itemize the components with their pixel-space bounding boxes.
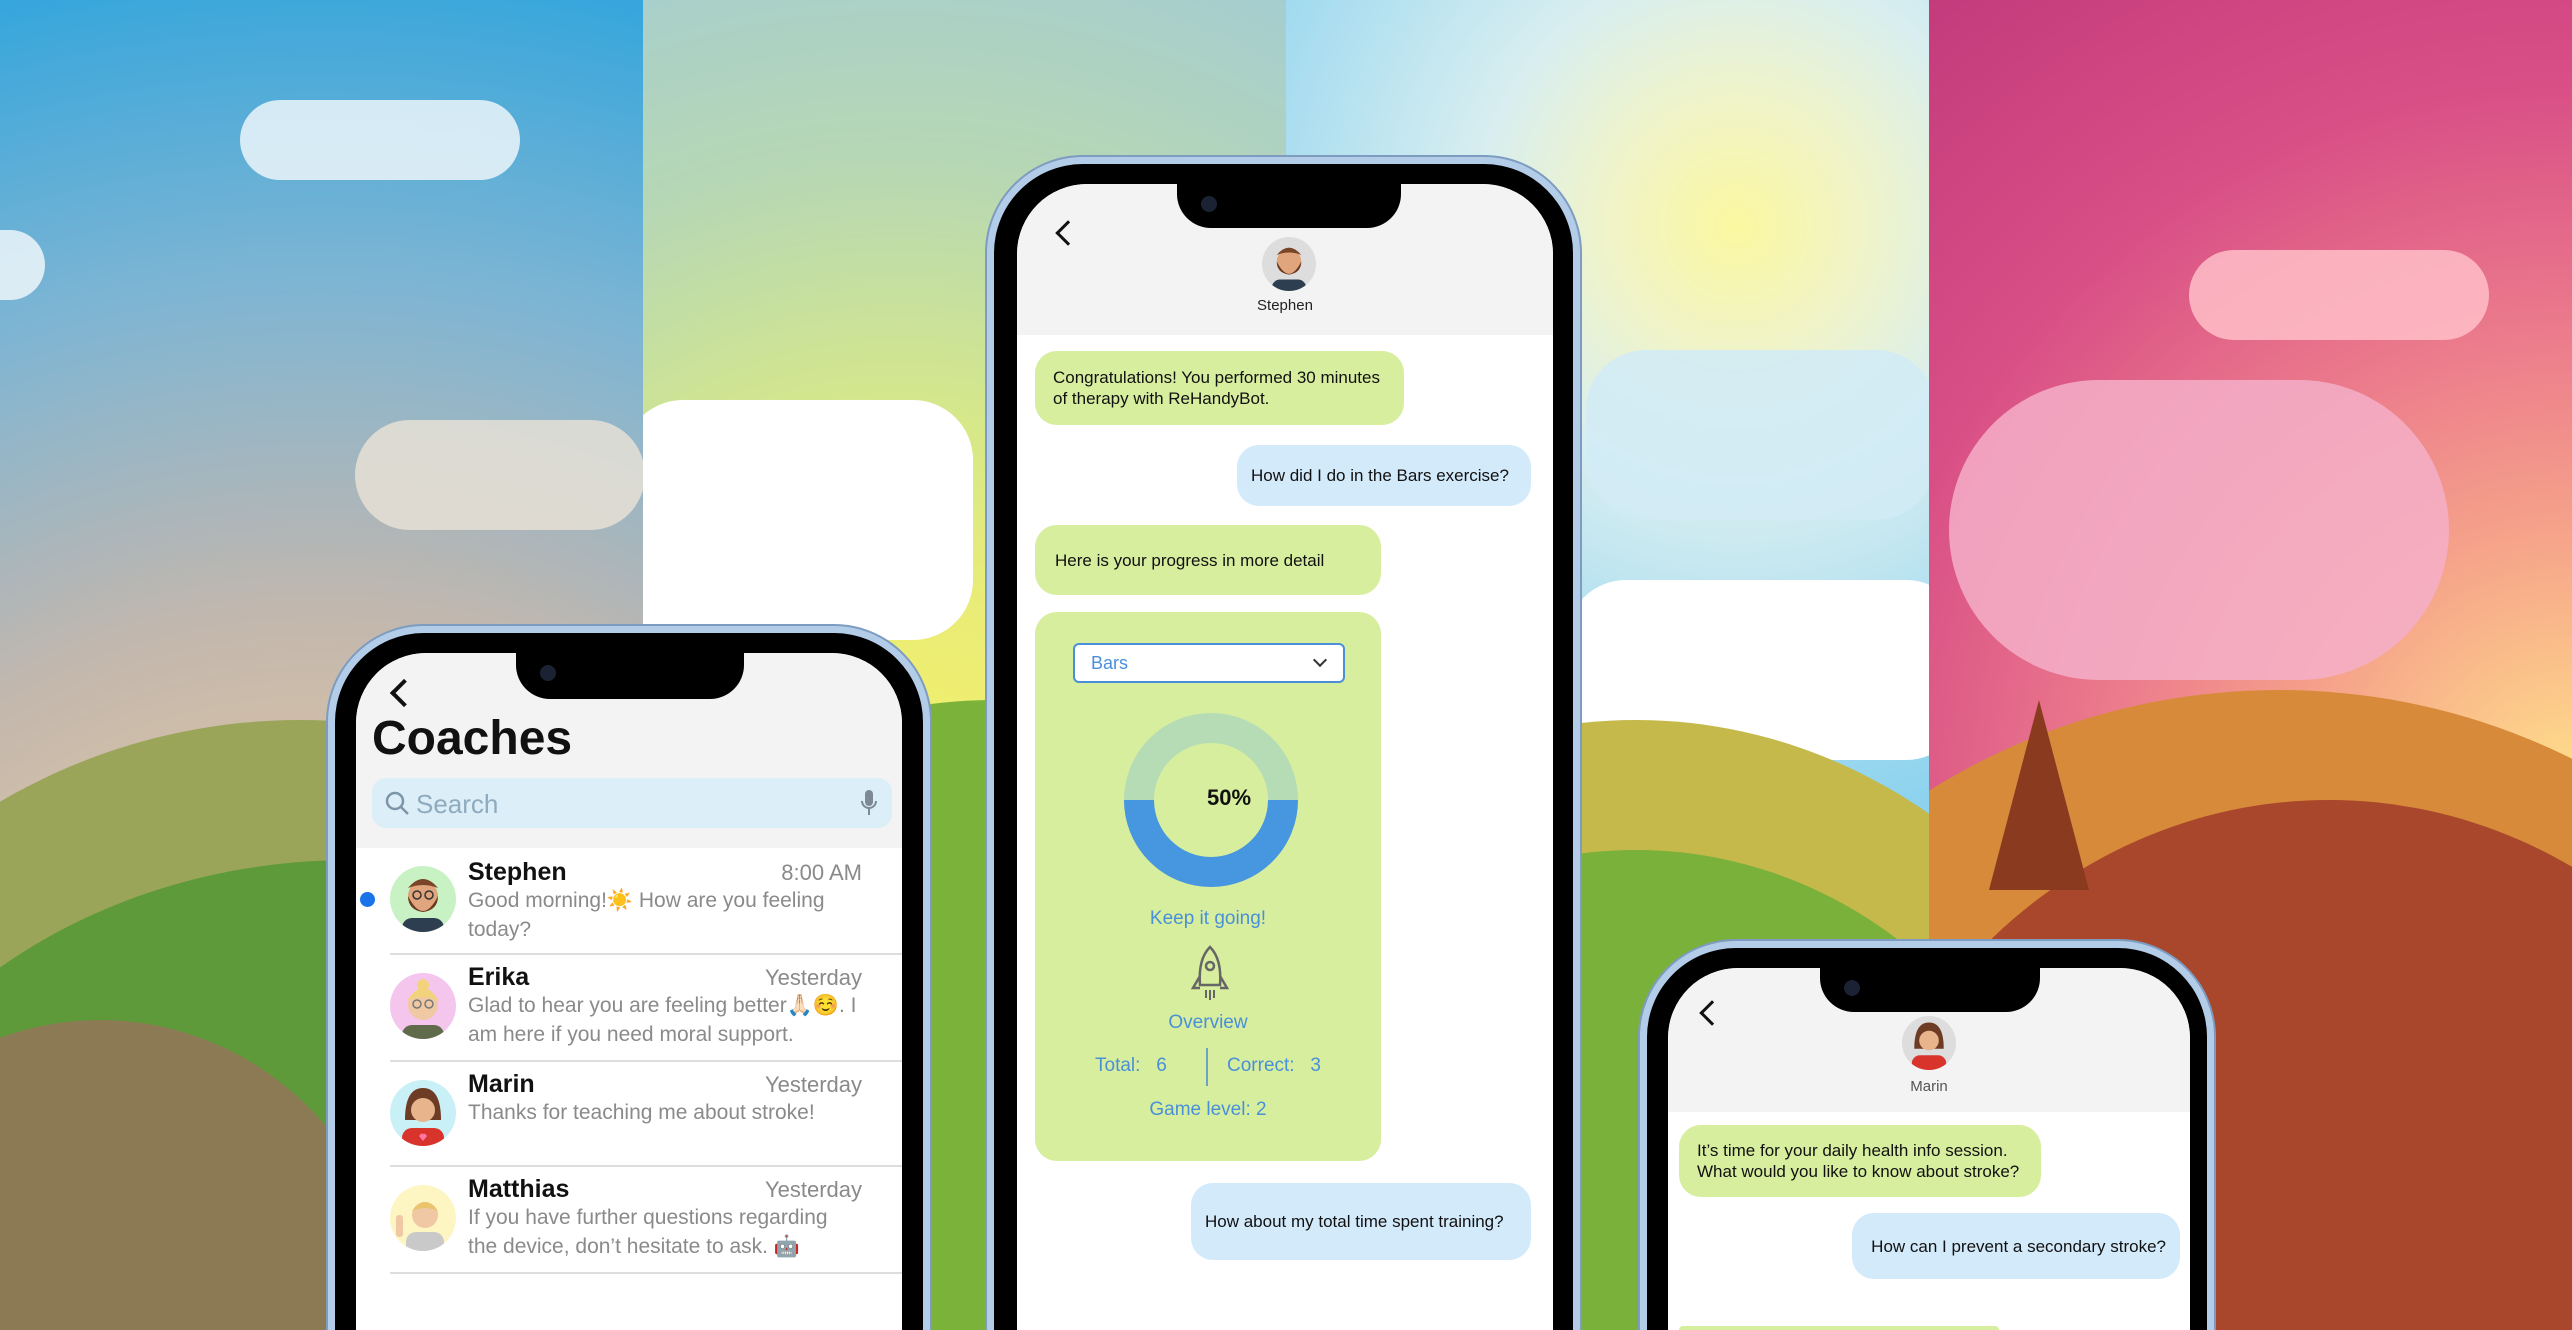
message-text: How about my total time spent training? [1205,1212,1504,1231]
page-title: Coaches [372,712,573,765]
coach-time: Yesterday [764,1072,862,1097]
search-placeholder: Search [416,789,499,819]
coach-name: Erika [468,963,530,991]
contact-avatar [1902,1016,1956,1070]
coach-message: Here is your progress in more detail [1035,525,1381,595]
message-text: Here is your progress in more detail [1055,550,1325,570]
coach-preview: Glad to hear you are feeling better🙏🏻☺️.… [468,994,857,1046]
exercise-select-value: Bars [1091,653,1129,673]
user-message: How about my total time spent training? [1191,1183,1531,1260]
divider [390,1272,902,1274]
correct-label: Correct: [1227,1055,1295,1076]
phone-coaches: Coaches Search Stephen 8:00 AM Good morn… [328,626,930,1330]
user-message: How did I do in the Bars exercise? [1237,445,1531,506]
coach-preview: If you have further questions regarding … [468,1206,828,1258]
contact-name: Marin [1910,1078,1948,1095]
coach-message-partial [1679,1326,1999,1330]
game-level: Game level: 2 [1149,1099,1267,1120]
avatar [390,1080,456,1146]
overview-label: Overview [1168,1012,1248,1033]
coach-row-marin[interactable]: Marin Yesterday Thanks for teaching me a… [356,1062,902,1165]
total-value: 6 [1156,1055,1167,1076]
coaches-screen: Coaches Search Stephen 8:00 AM Good morn… [356,653,902,1330]
phone-chat-marin: Marin It’s time for your daily health in… [1640,941,2214,1330]
search-icon [385,791,409,815]
avatar [390,866,456,932]
unread-dot [360,892,375,907]
coach-row-matthias[interactable]: Matthias Yesterday If you have further q… [356,1167,902,1272]
chat-screen-marin: Marin It’s time for your daily health in… [1668,968,2190,1330]
coach-preview: Good morning!☀️ How are you feeling toda… [468,889,825,941]
rocket-icon [1190,945,1230,1000]
progress-percent: 50% [1206,785,1252,810]
coach-name: Marin [468,1070,535,1098]
coach-name: Matthias [468,1175,570,1203]
contact-name: Stephen [1257,297,1313,314]
coach-time: 8:00 AM [781,860,862,885]
stat-divider [1206,1048,1208,1086]
phone-chat-stephen: Stephen Congratulations! You performed 3… [987,157,1580,1330]
correct-stat: Correct: 3 [1227,1055,1321,1077]
avatar [390,1185,456,1251]
message-text: It’s time for your daily health info ses… [1697,1141,2020,1181]
coach-row-erika[interactable]: Erika Yesterday Glad to hear you are fee… [356,955,902,1060]
message-text: Congratulations! You performed 30 minute… [1053,368,1380,408]
total-stat: Total: 6 [1095,1055,1167,1077]
message-text: How can I prevent a secondary stroke? [1871,1236,2166,1256]
coach-row-stephen[interactable]: Stephen 8:00 AM Good morning!☀️ How are … [356,848,902,953]
total-label: Total: [1095,1055,1141,1076]
exercise-select[interactable]: Bars [1073,643,1345,683]
search-input[interactable]: Search [372,778,892,828]
avatar [390,973,456,1039]
coach-message: Congratulations! You performed 30 minute… [1035,351,1404,425]
chevron-down-icon [1312,652,1328,668]
chat-screen-stephen: Stephen Congratulations! You performed 3… [1017,184,1553,1330]
contact-avatar [1262,237,1316,291]
coach-time: Yesterday [764,1177,862,1202]
user-message: How can I prevent a secondary stroke? [1852,1213,2180,1279]
coach-time: Yesterday [764,965,862,990]
microphone-icon[interactable] [860,788,878,818]
correct-value: 3 [1310,1055,1321,1076]
coach-preview: Thanks for teaching me about stroke! [468,1101,815,1124]
motivation-text: Keep it going! [1149,908,1267,929]
coach-message: It’s time for your daily health info ses… [1679,1125,2041,1197]
message-text: How did I do in the Bars exercise? [1251,466,1509,485]
coach-name: Stephen [468,858,567,886]
progress-card: Bars 50% Keep it going! Overview Total: … [1035,612,1381,1161]
